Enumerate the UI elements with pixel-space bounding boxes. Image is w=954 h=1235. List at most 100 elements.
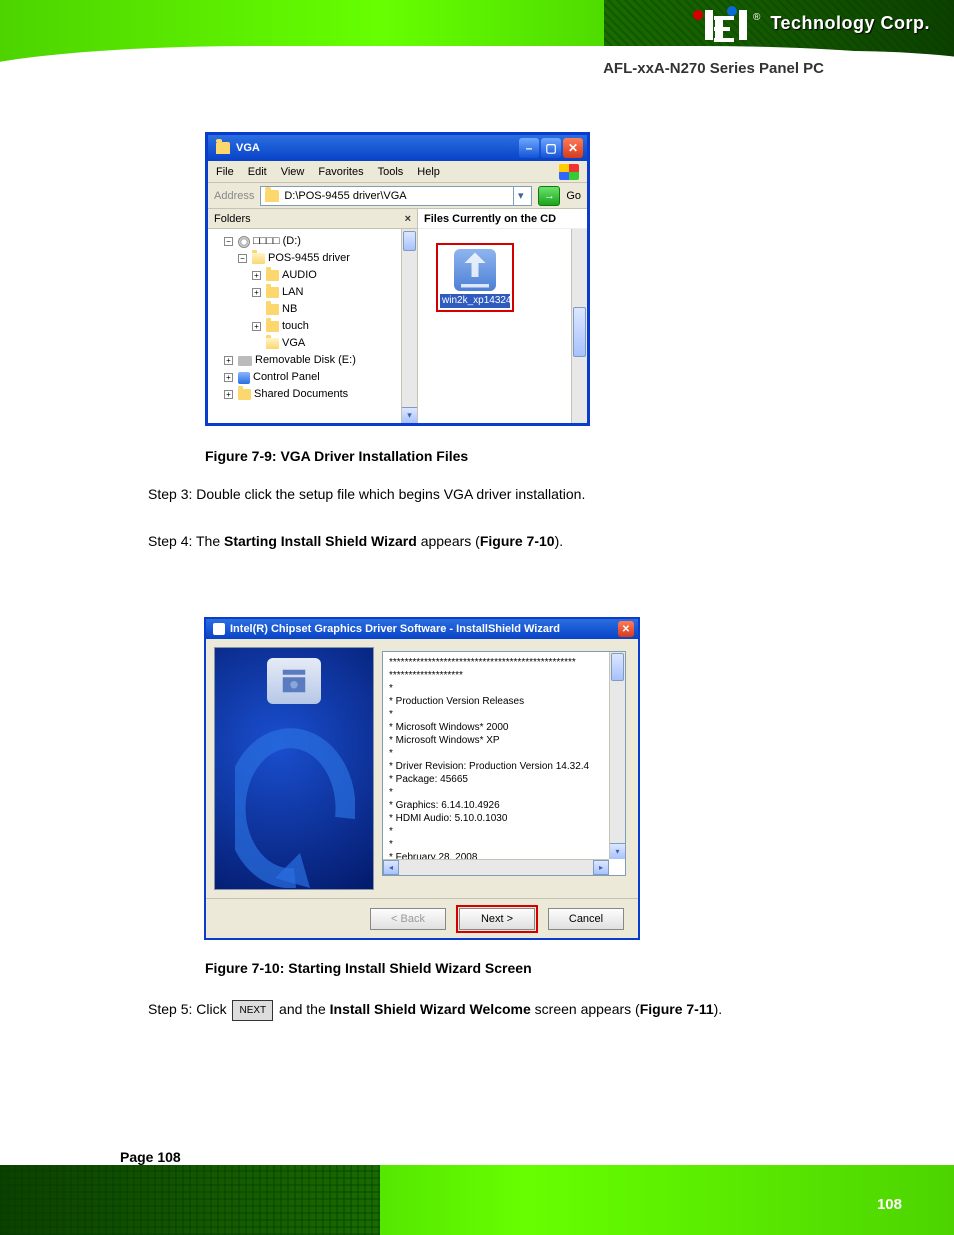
tree-scrollbar[interactable]: ▾ [401,229,417,423]
scroll-down-icon[interactable]: ▾ [402,407,417,423]
page-header: ® Technology Corp. [0,0,954,110]
readme-line: * [389,786,619,799]
explorer-title: VGA [236,142,260,154]
footer-circuit-art [0,1165,380,1235]
back-button: < Back [370,908,446,930]
readme-line: ****************************************… [389,656,619,669]
tree-item-audio[interactable]: AUDIO [282,267,317,284]
document-title: AFL-xxA-N270 Series Panel PC [603,60,824,77]
file-highlight: win2k_xp14324 [436,243,514,312]
readme-line: * Graphics: 6.14.10.4926 [389,799,619,812]
readme-line: * [389,838,619,851]
go-button-icon[interactable]: → [538,186,560,206]
setup-icon [454,249,496,291]
readme-line: * [389,708,619,721]
maximize-button[interactable]: ▢ [541,138,561,158]
step4-bold: Starting Install Shield Wizard [224,533,417,549]
tree-item-nb[interactable]: NB [282,301,297,318]
step5-part-a: Step 5: Click [148,1001,230,1017]
files-scrollbar[interactable] [571,229,587,423]
installer-file-icon[interactable] [454,249,496,291]
menu-tools[interactable]: Tools [378,166,404,178]
installer-button-row: < Back Next > Cancel [206,898,638,938]
folder-icon [266,270,279,281]
next-button[interactable]: Next > [459,908,535,930]
scroll-left-icon[interactable]: ◂ [383,860,399,875]
menu-edit[interactable]: Edit [248,166,267,178]
page-label: Page 108 [120,1149,181,1165]
step4-part-a: Step 4: The [148,533,224,549]
step-4-text: Step 4: The Starting Install Shield Wiza… [148,530,828,552]
folder-icon [252,253,265,264]
readme-line: * [389,682,619,695]
address-dropdown-icon[interactable]: ▾ [513,187,527,205]
readme-line: * HDMI Audio: 5.10.0.1030 [389,812,619,825]
tree-root[interactable]: POS-9455 driver [268,250,350,267]
figure-caption-2: Figure 7-10: Starting Install Shield Wiz… [205,960,532,976]
scrollbar-thumb[interactable] [573,307,586,357]
step5-part-g: ). [714,1001,723,1017]
folder-tree[interactable]: −□□□□ (D:) −POS-9455 driver +AUDIO +LAN … [208,229,417,423]
installer-title-icon [213,623,225,635]
scrollbar-thumb[interactable] [403,231,416,251]
next-key-label: NEXT [232,1000,273,1021]
scroll-down-icon[interactable]: ▾ [610,843,625,859]
explorer-menubar: File Edit View Favorites Tools Help [208,161,587,183]
next-button-highlight: Next > [456,905,538,933]
minimize-button[interactable]: – [519,138,539,158]
installer-titlebar[interactable]: Intel(R) Chipset Graphics Driver Softwar… [206,619,638,639]
readme-line: * [389,747,619,760]
explorer-titlebar[interactable]: VGA – ▢ ✕ [208,135,587,161]
folders-close-icon[interactable]: × [405,213,411,225]
close-button[interactable]: ✕ [563,138,583,158]
step5-figref: Figure 7-11 [640,1001,714,1017]
installer-window: Intel(R) Chipset Graphics Driver Softwar… [204,617,640,940]
iei-logo-icon [693,6,747,40]
folder-icon [266,321,279,332]
readme-line: * [389,825,619,838]
tree-item-lan[interactable]: LAN [282,284,303,301]
explorer-window: VGA – ▢ ✕ File Edit View Favorites Tools… [205,132,590,426]
file-name[interactable]: win2k_xp14324 [440,294,510,308]
readme-horizontal-scrollbar[interactable]: ◂ ▸ [383,859,609,875]
readme-line: * Driver Revision: Production Version 14… [389,760,619,773]
brand-company: Technology Corp. [766,13,930,34]
readme-line: ******************* [389,669,619,682]
address-value: D:\POS-9455 driver\VGA [284,190,508,202]
menu-help[interactable]: Help [417,166,440,178]
scroll-right-icon[interactable]: ▸ [593,860,609,875]
windows-flag-icon [559,164,579,180]
page-footer: 108 [0,1120,954,1235]
readme-line: * Package: 45665 [389,773,619,786]
folder-icon [216,142,230,154]
installer-box-icon [267,658,321,704]
menu-view[interactable]: View [281,166,305,178]
registered-mark: ® [753,12,760,23]
folder-icon [265,190,279,202]
circular-arrow-icon [235,728,355,888]
step5-part-c: and the [275,1001,330,1017]
folder-icon [266,287,279,298]
tree-shared-docs[interactable]: Shared Documents [254,386,348,403]
step4-part-e: ). [555,533,564,549]
step5-bold: Install Shield Wizard Welcome [330,1001,531,1017]
scrollbar-thumb[interactable] [611,653,624,681]
cancel-button[interactable]: Cancel [548,908,624,930]
go-button-label[interactable]: Go [566,190,581,202]
figure-caption-1: Figure 7-9: VGA Driver Installation File… [205,448,468,464]
readme-vertical-scrollbar[interactable]: ▾ [609,652,625,859]
readme-line: * Microsoft Windows* XP [389,734,619,747]
tree-drive[interactable]: □□□□ (D:) [253,233,301,250]
tree-removable[interactable]: Removable Disk (E:) [255,352,356,369]
menu-file[interactable]: File [216,166,234,178]
readme-line: * Microsoft Windows* 2000 [389,721,619,734]
readme-textbox[interactable]: ****************************************… [382,651,626,876]
control-panel-icon [238,372,250,384]
address-input[interactable]: D:\POS-9455 driver\VGA ▾ [260,186,532,206]
tree-item-vga[interactable]: VGA [282,335,305,352]
tree-item-touch[interactable]: touch [282,318,309,335]
installer-close-button[interactable]: ✕ [618,621,634,637]
tree-control-panel[interactable]: Control Panel [253,369,320,386]
menu-favorites[interactable]: Favorites [318,166,363,178]
removable-disk-icon [238,356,252,366]
